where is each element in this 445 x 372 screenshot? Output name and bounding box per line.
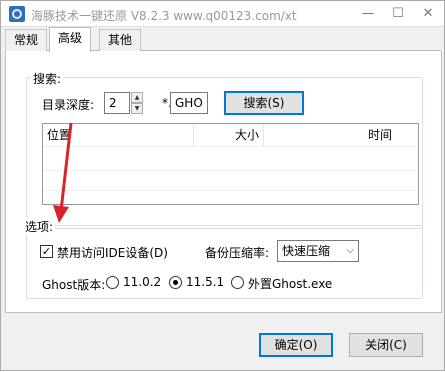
tab-general[interactable]: 常规 (5, 29, 48, 51)
disable-ide-checkbox[interactable]: ✓ (40, 245, 53, 258)
results-list[interactable]: 位置 大小 时间 (42, 123, 419, 205)
row-divider (43, 170, 418, 171)
app-window: 海豚技术一键还原 V8.2.3 www.q00123.com/xt — ☐ ✕ … (0, 0, 445, 371)
row-divider (43, 190, 418, 191)
search-button[interactable]: 搜索(S) (224, 91, 304, 115)
depth-increment-button[interactable]: ▲ (131, 92, 143, 103)
tab-advanced[interactable]: 高级 (49, 27, 92, 52)
ghost-version-label: Ghost版本: (42, 278, 106, 292)
disable-ide-label[interactable]: 禁用访问IDE设备(D) (57, 244, 168, 261)
ghost-external-label[interactable]: 外置Ghost.exe (248, 275, 332, 292)
app-logo-icon (9, 6, 25, 22)
search-group-label: 搜索: (31, 70, 64, 87)
ok-button[interactable]: 确定(O) (259, 333, 333, 357)
maximize-button[interactable]: ☐ (383, 1, 413, 27)
minimize-button[interactable]: — (353, 1, 383, 27)
column-header-size[interactable]: 大小 (194, 124, 264, 146)
window-title: 海豚技术一键还原 V8.2.3 www.q00123.com/xt (31, 9, 297, 23)
compression-label: 备份压缩率: (205, 246, 270, 260)
tab-strip: 常规 高级 其他 (5, 27, 441, 52)
row-divider (43, 146, 418, 147)
column-header-location[interactable]: 位置 (43, 124, 194, 146)
extension-input[interactable]: GHO (170, 92, 208, 114)
tab-other[interactable]: 其他 (99, 29, 142, 51)
options-group-label: 选项: (23, 218, 56, 235)
depth-decrement-button[interactable]: ▼ (131, 103, 143, 114)
ghost-11-0-2-radio[interactable] (106, 276, 119, 289)
close-window-button[interactable]: ✕ (413, 1, 443, 27)
depth-label: 目录深度: (42, 98, 95, 112)
ghost-external-radio[interactable] (231, 276, 244, 289)
depth-input[interactable]: 2 (104, 92, 130, 114)
compression-select[interactable]: 快速压缩 ⌵ (277, 240, 359, 262)
ghost-11-5-1-label[interactable]: 11.5.1 (186, 275, 224, 289)
ghost-11-0-2-label[interactable]: 11.0.2 (123, 275, 161, 289)
chevron-down-icon: ⌵ (346, 245, 354, 256)
title-bar: 海豚技术一键还原 V8.2.3 www.q00123.com/xt — ☐ ✕ (1, 1, 444, 27)
ghost-11-5-1-radio[interactable] (169, 276, 182, 289)
close-button[interactable]: 关闭(C) (349, 333, 423, 357)
compression-value: 快速压缩 (282, 244, 331, 258)
column-header-time[interactable]: 时间 (264, 124, 418, 146)
advanced-tab-panel: 搜索: 目录深度: 2 ▲ ▼ *. GHO 搜索(S) 位置 大小 时间 选项… (5, 51, 442, 313)
